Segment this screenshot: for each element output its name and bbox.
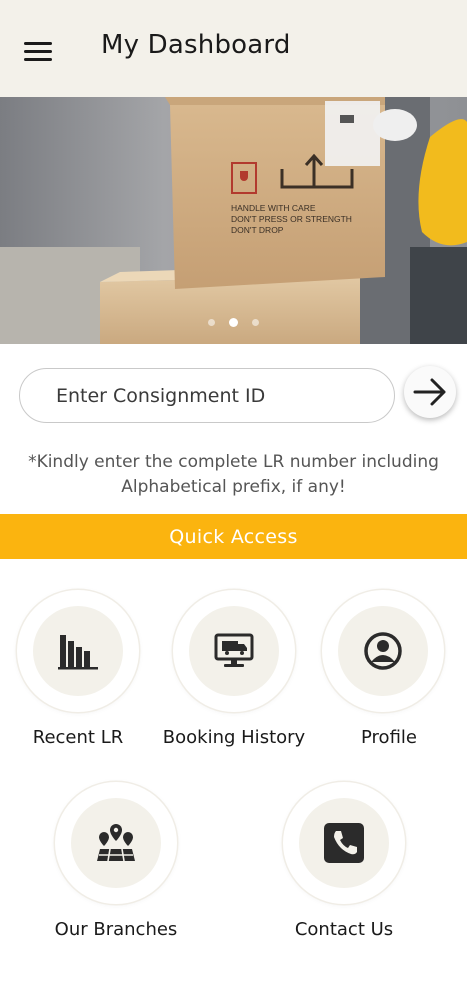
arrow-right-icon [413, 378, 446, 406]
helper-text: *Kindly enter the complete LR number inc… [28, 452, 439, 497]
consignment-id-input[interactable] [56, 381, 376, 411]
consignment-search-field[interactable] [19, 368, 395, 423]
profile-label: Profile [361, 727, 417, 748]
delivery-truck-monitor-icon [214, 633, 254, 667]
carousel-indicator [0, 318, 467, 327]
quick-access-banner: Quick Access [0, 514, 467, 559]
bar-chart-icon [58, 635, 98, 670]
user-circle-icon [364, 632, 402, 670]
svg-text:DON'T DROP: DON'T DROP [231, 225, 284, 235]
app-bar: My Dashboard [0, 0, 467, 97]
contact-us-label: Contact Us [294, 919, 394, 940]
map-pins-icon [97, 824, 135, 862]
search-submit-button[interactable] [404, 366, 456, 418]
hero-carousel[interactable]: HANDLE WITH CARE DON'T PRESS OR STRENGTH… [0, 97, 467, 344]
svg-text:HANDLE WITH CARE: HANDLE WITH CARE [231, 203, 316, 213]
menu-icon[interactable] [22, 38, 56, 66]
carousel-dot[interactable] [252, 319, 259, 326]
quick-access-title: Quick Access [169, 525, 298, 548]
carousel-dot[interactable] [208, 319, 215, 326]
carousel-dot-active[interactable] [229, 318, 238, 327]
phone-icon [324, 823, 364, 863]
svg-text:DON'T PRESS OR STRENGTH: DON'T PRESS OR STRENGTH [231, 214, 352, 224]
page-title: My Dashboard [101, 30, 291, 60]
carousel-image: HANDLE WITH CARE DON'T PRESS OR STRENGTH… [0, 97, 467, 344]
our-branches-label: Our Branches [54, 919, 178, 940]
